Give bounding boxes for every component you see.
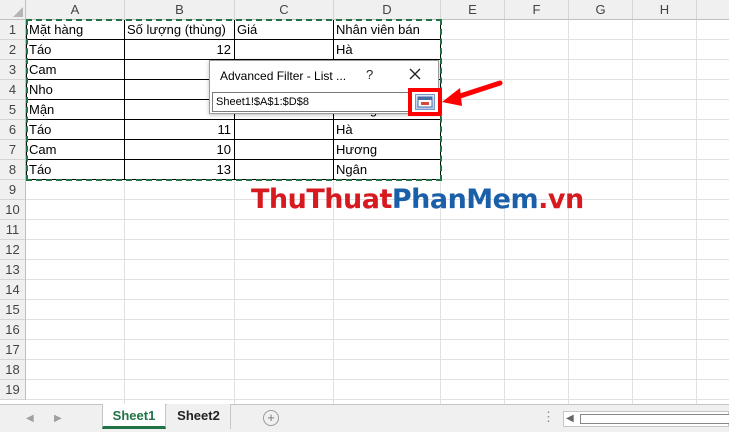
- row-header-6[interactable]: 6: [0, 120, 26, 140]
- col-header-c[interactable]: C: [235, 0, 334, 20]
- gridline: [632, 20, 633, 404]
- row-header-2[interactable]: 2: [0, 40, 26, 60]
- list-range-input[interactable]: Sheet1!$A$1:$D$8: [212, 92, 412, 112]
- highlight-box: [408, 88, 442, 116]
- col-header-b[interactable]: B: [125, 0, 235, 20]
- row-header-14[interactable]: 14: [0, 280, 26, 300]
- row-header-7[interactable]: 7: [0, 140, 26, 160]
- row-header-19[interactable]: 19: [0, 380, 26, 400]
- gridline: [26, 279, 729, 280]
- watermark-part3: .vn: [538, 184, 584, 215]
- row-header-3[interactable]: 3: [0, 60, 26, 80]
- watermark-logo: ThuThuatPhanMem.vn: [251, 184, 584, 215]
- horizontal-scrollbar[interactable]: ◀: [563, 411, 729, 427]
- scroll-left-icon[interactable]: ◀: [566, 413, 574, 424]
- gridline: [26, 299, 729, 300]
- gridline: [26, 239, 729, 240]
- gridline: [26, 319, 729, 320]
- select-all-corner[interactable]: [0, 0, 26, 20]
- watermark-part1: ThuThuat: [251, 184, 392, 215]
- row-header-16[interactable]: 16: [0, 320, 26, 340]
- row-header-17[interactable]: 17: [0, 340, 26, 360]
- gridline: [26, 359, 729, 360]
- gridline: [696, 20, 697, 404]
- add-sheet-button[interactable]: +: [263, 410, 279, 426]
- gridline: [26, 219, 729, 220]
- row-header-13[interactable]: 13: [0, 260, 26, 280]
- row-header-11[interactable]: 11: [0, 220, 26, 240]
- row-header-15[interactable]: 15: [0, 300, 26, 320]
- row-header-12[interactable]: 12: [0, 240, 26, 260]
- gridline: [26, 379, 729, 380]
- gridline: [26, 339, 729, 340]
- row-header-8[interactable]: 8: [0, 160, 26, 180]
- tab-sheet1[interactable]: Sheet1: [102, 404, 166, 429]
- row-header-5[interactable]: 5: [0, 100, 26, 120]
- col-header-f[interactable]: F: [505, 0, 569, 20]
- advanced-filter-dialog: Advanced Filter - List ... ? Sheet1!$A$1…: [209, 60, 439, 114]
- close-icon: [409, 68, 421, 80]
- sheet-tab-bar: ◀ ▶ Sheet1 Sheet2 + ⋮ ◀: [0, 404, 729, 432]
- col-header-partial[interactable]: [697, 0, 729, 20]
- col-header-d[interactable]: D: [334, 0, 441, 20]
- scrollbar-thumb[interactable]: [580, 414, 729, 424]
- next-sheet-icon[interactable]: ▶: [54, 413, 62, 424]
- row-header-4[interactable]: 4: [0, 80, 26, 100]
- dialog-title: Advanced Filter - List ...: [220, 69, 347, 83]
- row-header-1[interactable]: 1: [0, 20, 26, 40]
- help-button[interactable]: ?: [366, 67, 373, 82]
- row-header-9[interactable]: 9: [0, 180, 26, 200]
- close-button[interactable]: [406, 65, 424, 83]
- tab-sheet2[interactable]: Sheet2: [167, 404, 231, 429]
- col-header-h[interactable]: H: [633, 0, 697, 20]
- col-header-e[interactable]: E: [441, 0, 505, 20]
- gridline: [26, 399, 729, 400]
- col-header-a[interactable]: A: [26, 0, 125, 20]
- red-arrow-icon: [442, 80, 503, 106]
- watermark-part2: PhanMem: [391, 184, 539, 215]
- row-header-10[interactable]: 10: [0, 200, 26, 220]
- col-header-g[interactable]: G: [569, 0, 633, 20]
- gridline: [26, 259, 729, 260]
- prev-sheet-icon[interactable]: ◀: [26, 413, 34, 424]
- row-header-18[interactable]: 18: [0, 360, 26, 380]
- tab-splitter-icon[interactable]: ⋮: [542, 409, 555, 425]
